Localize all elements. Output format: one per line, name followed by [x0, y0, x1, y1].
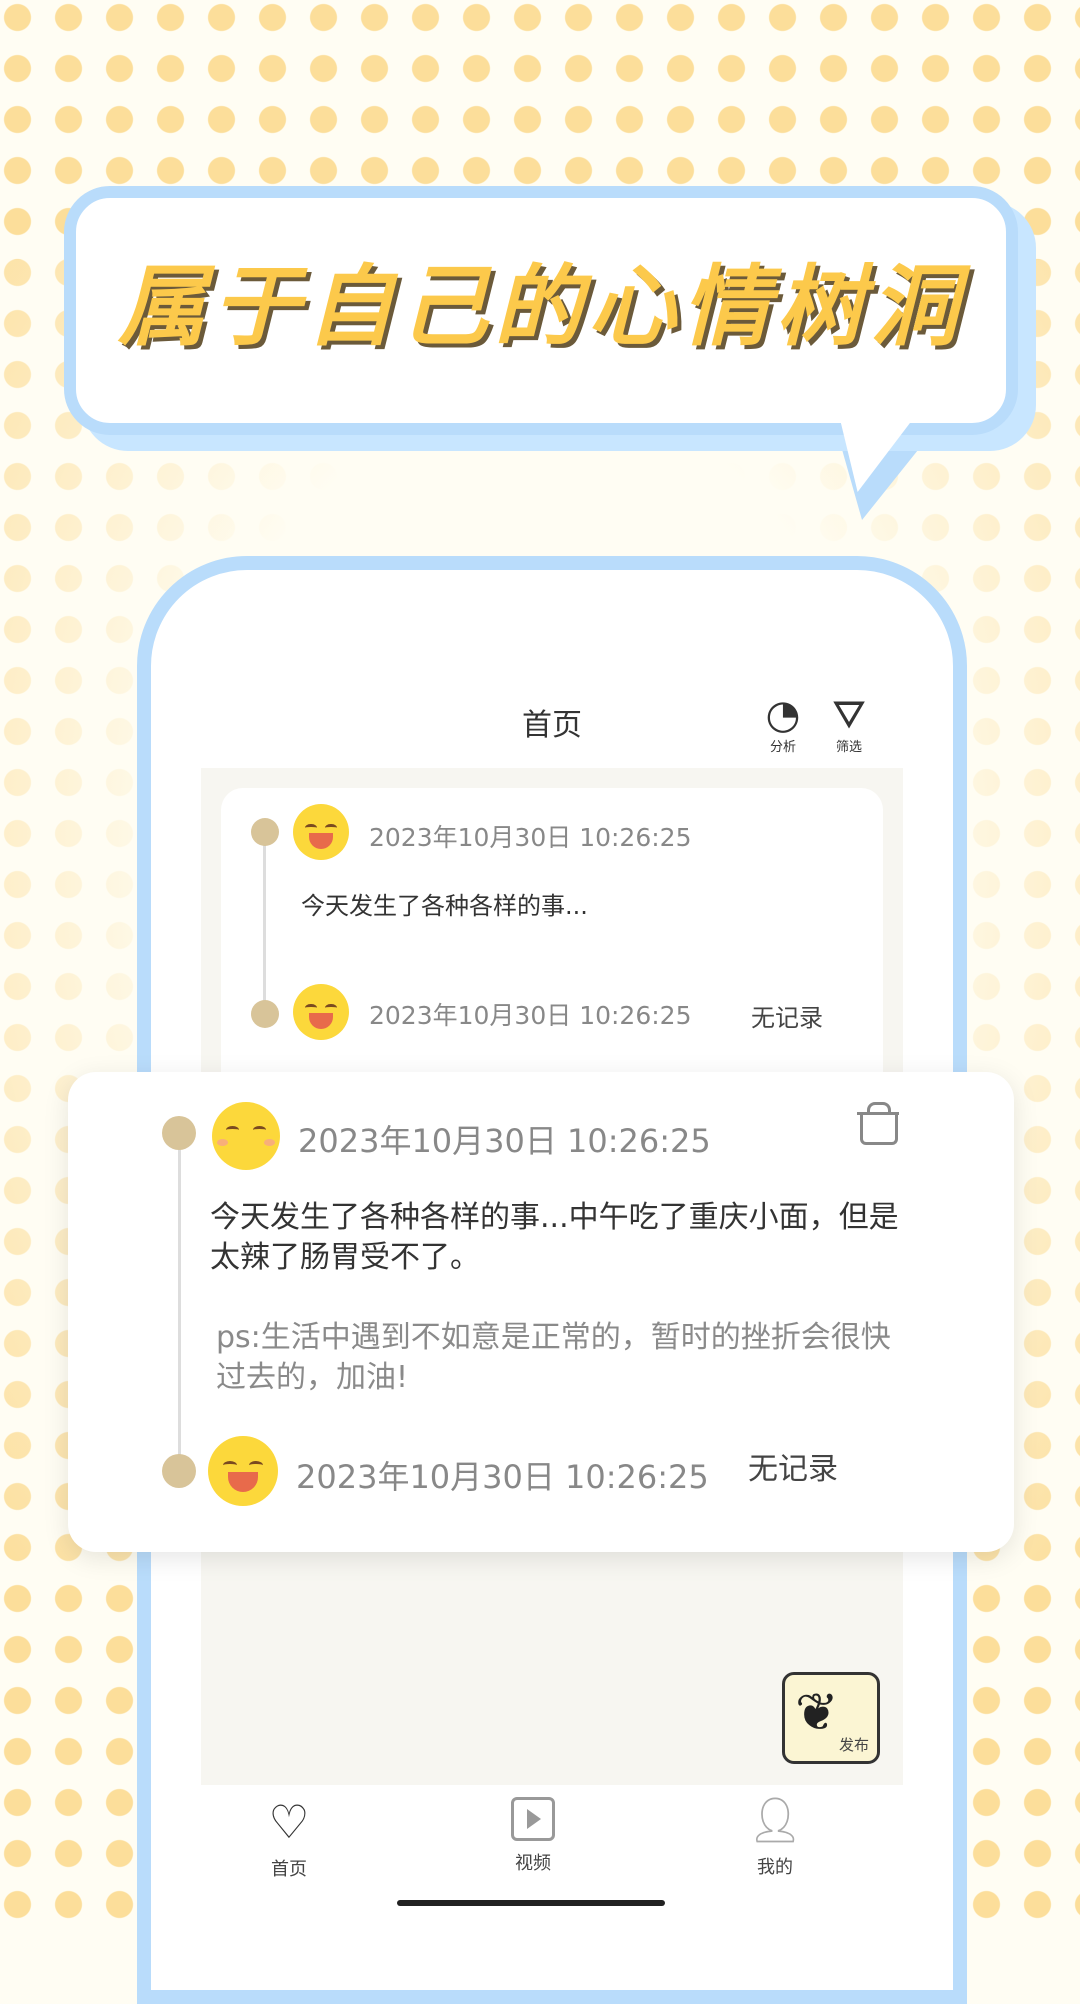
- filter-button[interactable]: ⛛ 筛选: [821, 692, 877, 755]
- happy-emoji-icon: [293, 804, 349, 860]
- happy-emoji-icon: [208, 1436, 278, 1506]
- analysis-label: 分析: [769, 740, 796, 755]
- tab-home[interactable]: ♡ 首页: [229, 1797, 349, 1881]
- diary-entry-card[interactable]: 2023年10月30日 10:26:25 今天发生了各种各样的事... 2023…: [221, 788, 883, 1118]
- entry-text-line-2: 太辣了肠胃受不了。: [210, 1240, 480, 1275]
- bottom-tab-bar: ♡ 首页 视频 👤︎ 我的: [151, 1785, 925, 1915]
- timeline-dot: [251, 1000, 279, 1028]
- feather-icon: ❦: [795, 1683, 839, 1743]
- embarrassed-emoji-icon: [212, 1102, 280, 1170]
- timeline-dot: [162, 1454, 196, 1488]
- no-record-label: 无记录: [748, 1452, 838, 1487]
- tab-video-label: 视频: [515, 1853, 551, 1874]
- entry-text-line-1: 今天发生了各种各样的事...中午吃了重庆小面，但是: [210, 1200, 899, 1235]
- publish-button[interactable]: ❦ 发布: [782, 1672, 880, 1764]
- entry-date: 2023年10月30日 10:26:25: [369, 1001, 692, 1030]
- video-play-icon: [511, 1797, 555, 1841]
- tab-mine[interactable]: 👤︎ 我的: [715, 1797, 835, 1879]
- entry-date: 2023年10月30日 10:26:25: [369, 823, 692, 852]
- promo-headline: 属于自己的心情树洞: [117, 255, 964, 358]
- tab-video[interactable]: 视频: [473, 1797, 593, 1875]
- timeline-dot: [251, 818, 279, 846]
- filter-icon: ⛛: [832, 692, 866, 738]
- ps-text-line-1: ps:生活中遇到不如意是正常的，暂时的挫折会很快: [216, 1320, 891, 1355]
- basket-icon[interactable]: [857, 1102, 899, 1145]
- entry-text: 今天发生了各种各样的事...: [301, 892, 588, 920]
- timeline-line: [178, 1132, 181, 1482]
- tab-mine-label: 我的: [757, 1857, 793, 1878]
- ps-text-line-2: 过去的，加油!: [216, 1360, 409, 1395]
- featured-diary-entry-card[interactable]: 2023年10月30日 10:26:25 今天发生了各种各样的事...中午吃了重…: [68, 1072, 1014, 1552]
- pie-chart-icon: ◔: [765, 692, 801, 738]
- analysis-button[interactable]: ◔ 分析: [755, 692, 811, 755]
- publish-label: 发布: [838, 1736, 869, 1754]
- heart-icon: ♡: [268, 1795, 310, 1849]
- home-indicator: [397, 1900, 665, 1906]
- tab-home-label: 首页: [271, 1859, 307, 1880]
- filter-label: 筛选: [835, 740, 862, 755]
- timeline-line: [263, 828, 266, 1008]
- happy-emoji-icon: [293, 984, 349, 1040]
- entry-date: 2023年10月30日 10:26:25: [298, 1122, 711, 1160]
- entry-date: 2023年10月30日 10:26:25: [296, 1458, 709, 1496]
- person-icon: 👤︎: [747, 1795, 803, 1846]
- timeline-dot: [162, 1116, 196, 1150]
- no-record-label: 无记录: [751, 1004, 823, 1032]
